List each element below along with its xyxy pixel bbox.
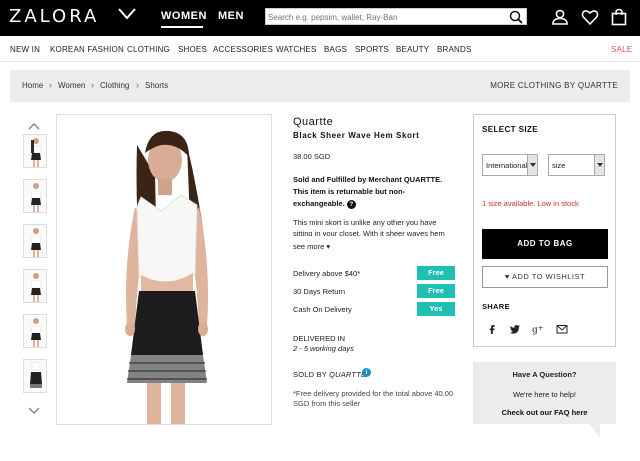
chevron-down-icon[interactable] — [118, 8, 136, 20]
breadcrumb-separator: › — [91, 80, 94, 90]
category-nav: NEW IN KOREAN FASHION CLOTHING SHOES ACC… — [0, 36, 640, 62]
perk-badge: Free — [417, 266, 455, 280]
wishlist-heart-icon[interactable] — [581, 8, 599, 26]
shopping-bag-icon[interactable] — [610, 8, 628, 26]
seller-info-line1: Sold and Fulfilled by Merchant QUARTTE. — [293, 175, 443, 184]
sold-by: SOLD BY QUARTTE — [293, 370, 366, 379]
size-select[interactable]: size — [548, 154, 605, 176]
top-header: ZALORA WOMEN MEN — [0, 0, 640, 36]
search-input[interactable] — [268, 10, 508, 24]
category-brands[interactable]: BRANDS — [437, 45, 472, 54]
search-icon[interactable] — [509, 10, 523, 24]
product-main-image[interactable] — [56, 114, 272, 425]
category-clothing[interactable]: CLOTHING — [127, 45, 170, 54]
search-box — [265, 8, 527, 25]
help-question-icon[interactable]: ? — [346, 199, 356, 209]
speech-bubble-tail — [590, 424, 600, 438]
perk-badge: Free — [417, 284, 455, 298]
more-clothing-by-brand-link[interactable]: MORE CLOTHING BY QUARTTE — [490, 81, 618, 90]
account-icon[interactable] — [551, 8, 569, 26]
breadcrumb-separator: › — [49, 80, 52, 90]
category-korean-fashion[interactable]: KOREAN FASHION — [50, 45, 124, 54]
size-system-value: International — [486, 161, 528, 170]
svg-text:+: + — [538, 324, 543, 332]
seller-info: Sold and Fulfilled by Merchant QUARTTE. … — [293, 174, 453, 210]
facebook-icon[interactable] — [486, 323, 498, 335]
thumbnails-up-arrow-icon[interactable] — [28, 122, 40, 130]
zalora-logo[interactable]: ZALORA — [9, 6, 99, 27]
category-watches[interactable]: WATCHES — [276, 45, 317, 54]
question-box: Have A Question? We're here to help! Che… — [473, 362, 616, 424]
see-more-link[interactable]: see more ▾ — [293, 242, 330, 251]
perk-row: Delivery above $40* Free — [293, 266, 455, 280]
share-title: SHARE — [482, 302, 510, 311]
product-name: Black Sheer Wave Hem Skort — [293, 131, 420, 140]
product-thumbnail-3[interactable] — [23, 224, 47, 258]
delivered-in-label: DELIVERED IN — [293, 334, 346, 343]
perk-row: 30 Days Return Free — [293, 284, 455, 298]
breadcrumb-separator: › — [136, 80, 139, 90]
breadcrumb-clothing[interactable]: Clothing — [100, 81, 129, 90]
product-brand[interactable]: Quartte — [293, 116, 333, 128]
perk-row: Cash On Delivery Yes — [293, 302, 455, 316]
breadcrumb-shorts[interactable]: Shorts — [145, 81, 168, 90]
question-subtitle: We're here to help! — [513, 390, 576, 399]
size-select-value: size — [552, 161, 566, 170]
category-bags[interactable]: BAGS — [324, 45, 347, 54]
product-thumbnail-6[interactable] — [23, 359, 47, 393]
category-beauty[interactable]: BEAUTY — [396, 45, 429, 54]
breadcrumb: Home › Women › Clothing › Shorts MORE CL… — [10, 70, 630, 102]
active-nav-underline — [161, 26, 203, 28]
product-price: 38.00 SGD — [293, 152, 331, 161]
category-new-in[interactable]: NEW IN — [10, 45, 40, 54]
category-sports[interactable]: SPORTS — [355, 45, 389, 54]
dropdown-arrow-icon — [594, 155, 604, 175]
perk-label: Delivery above $40* — [293, 269, 361, 278]
twitter-icon[interactable] — [509, 323, 521, 335]
product-thumbnail-2[interactable] — [23, 179, 47, 213]
add-to-bag-button[interactable]: ADD TO BAG — [482, 229, 608, 259]
product-thumbnail-1[interactable] — [23, 134, 47, 168]
size-system-select[interactable]: International — [482, 154, 538, 176]
product-thumbnail-5[interactable] — [23, 314, 47, 348]
add-to-wishlist-button[interactable]: ♥ ADD TO WISHLIST — [482, 266, 608, 288]
perk-badge: Yes — [417, 302, 455, 316]
product-description: This mini skort is unlike any other you … — [293, 218, 445, 236]
category-accessories[interactable]: ACCESSORIES — [213, 45, 273, 54]
select-size-title: SELECT SIZE — [482, 125, 538, 134]
seller-info-icon[interactable]: i — [362, 368, 371, 377]
size-panel: SELECT SIZE International size 1 size av… — [473, 114, 616, 347]
email-icon[interactable] — [556, 323, 568, 335]
nav-women[interactable]: WOMEN — [161, 10, 207, 22]
question-title: Have A Question? — [512, 370, 577, 379]
perk-label: 30 Days Return — [293, 287, 346, 296]
delivered-in-value: 2 - 5 working days — [293, 344, 354, 353]
sold-by-label: SOLD BY — [293, 370, 327, 379]
category-sale[interactable]: SALE — [611, 45, 632, 54]
model-photo — [57, 115, 271, 424]
google-plus-icon[interactable]: g + — [532, 323, 544, 335]
nav-men[interactable]: MEN — [218, 10, 244, 22]
free-delivery-note: *Free delivery provided for the total ab… — [293, 389, 454, 408]
perk-label: Cash On Delivery — [293, 305, 352, 314]
availability-text: 1 size available. Low in stock — [482, 199, 579, 208]
dropdown-arrow-icon — [527, 155, 537, 175]
breadcrumb-home[interactable]: Home — [22, 81, 43, 90]
breadcrumb-women[interactable]: Women — [58, 81, 85, 90]
category-shoes[interactable]: SHOES — [178, 45, 207, 54]
sold-by-value[interactable]: QUARTTE — [329, 370, 366, 379]
product-thumbnail-4[interactable] — [23, 269, 47, 303]
faq-link[interactable]: Check out our FAQ here — [473, 408, 616, 417]
thumbnails-down-arrow-icon[interactable] — [28, 407, 40, 415]
